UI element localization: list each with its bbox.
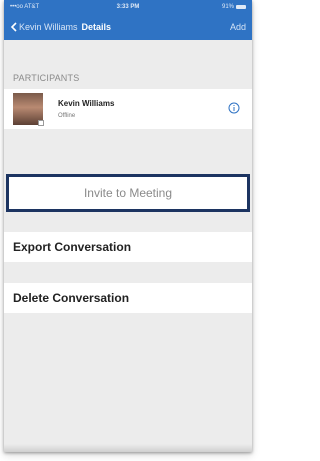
presence-offline-icon: [38, 120, 44, 126]
status-time: 3:33 PM: [116, 4, 140, 10]
back-label: Kevin Williams: [19, 22, 78, 32]
nav-bar: Kevin Williams Details Add: [4, 14, 252, 40]
participant-name: Kevin Williams: [58, 99, 115, 108]
export-conversation-button[interactable]: Export Conversation: [4, 232, 252, 262]
back-button[interactable]: Kevin Williams: [10, 22, 78, 32]
participant-status: Offline: [58, 113, 76, 119]
invite-to-meeting-button[interactable]: Invite to Meeting: [6, 174, 250, 212]
info-icon[interactable]: [228, 102, 240, 114]
phone-screen: •••oo AT&T 3:33 PM 91% Kevin Williams De…: [4, 0, 252, 452]
add-button[interactable]: Add: [230, 22, 246, 32]
delete-conversation-button[interactable]: Delete Conversation: [4, 283, 252, 313]
status-bar: •••oo AT&T 3:33 PM 91%: [4, 0, 252, 14]
avatar: [13, 93, 44, 126]
participants-header: PARTICIPANTS: [13, 73, 80, 83]
page-title: Details: [81, 22, 112, 32]
participant-row[interactable]: Kevin Williams Offline: [4, 89, 252, 129]
bottom-shadow: [4, 444, 252, 452]
chevron-left-icon: [10, 22, 17, 32]
